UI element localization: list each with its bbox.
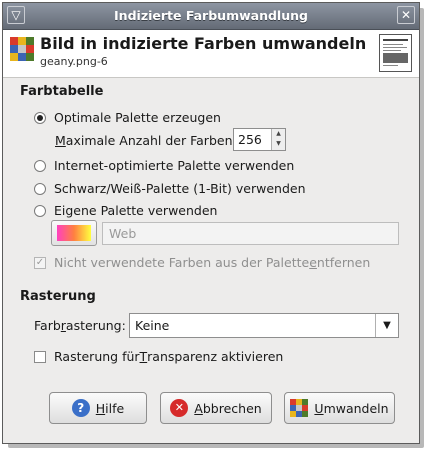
transparency-label-b: ransparenz aktivieren — [147, 349, 284, 364]
radio-web-label: Internet-optimierte Palette verwenden — [54, 158, 295, 173]
dithering-label-a: Farb — [34, 318, 61, 333]
transparency-label-a: Rasterung für — [54, 349, 140, 364]
cancel-mnemonic: A — [194, 400, 203, 416]
palette-select-button[interactable] — [51, 220, 97, 246]
help-button[interactable]: ? Hilfe — [49, 392, 147, 424]
help-label: Hilfe — [96, 401, 124, 416]
colormap-section-title: Farbtabelle — [20, 84, 104, 99]
max-colors-text: aximale Anzahl der Farben: — [65, 133, 237, 148]
cancel-button[interactable]: ✕ Abbrechen — [160, 392, 272, 424]
help-text: ilfe — [105, 400, 125, 416]
radio-button-mono[interactable] — [34, 182, 46, 195]
grid-cell — [18, 37, 26, 45]
remove-unused-checkmark-icon: ✓ — [34, 256, 46, 269]
palette-name-field: Web — [102, 222, 399, 245]
spin-down-icon[interactable]: ▼ — [272, 139, 285, 149]
convert-mnemonic: U — [314, 400, 324, 416]
radio-mono-palette[interactable]: Schwarz/Weiß-Palette (1-Bit) verwenden — [34, 181, 306, 196]
grid-cell — [10, 53, 18, 61]
dialog-window: ▽ Indizierte Farbumwandlung ✕ Bild in in… — [2, 2, 420, 444]
radio-custom-label: Eigene Palette verwenden — [54, 203, 218, 218]
transparency-dither-checkbox[interactable]: Rasterung für Transparenz aktivieren — [34, 349, 283, 364]
grid-cell — [26, 37, 34, 45]
grid-cell — [26, 45, 34, 53]
grid-cell — [26, 53, 34, 61]
image-thumbnail — [379, 34, 412, 72]
help-mnemonic: H — [95, 400, 106, 416]
convert-button[interactable]: Umwandeln — [284, 392, 395, 424]
dithering-combobox[interactable]: Keine ▼ — [129, 313, 399, 338]
grid-cell — [302, 411, 309, 417]
radio-button-web[interactable] — [34, 159, 46, 172]
radio-mono-label: Schwarz/Weiß-Palette (1-Bit) verwenden — [54, 181, 306, 196]
chevron-down-icon[interactable]: ▼ — [375, 314, 398, 337]
convert-icon — [290, 399, 309, 417]
spin-up-icon[interactable]: ▲ — [272, 129, 285, 139]
max-colors-mnemonic: M — [55, 133, 66, 148]
dithering-label: Farb r asterung: — [34, 318, 126, 333]
transparency-checkbox-box[interactable] — [34, 350, 46, 363]
cancel-icon: ✕ — [170, 399, 189, 417]
radio-custom-palette[interactable]: Eigene Palette verwenden — [34, 203, 217, 218]
convert-text: mwandeln — [323, 400, 389, 416]
title-bar[interactable]: ▽ Indizierte Farbumwandlung ✕ — [3, 3, 419, 30]
spin-arrows[interactable]: ▲ ▼ — [271, 129, 285, 150]
grid-cell — [18, 53, 26, 61]
indexed-color-icon — [10, 37, 34, 61]
remove-unused-label-a: Nicht verwendete Farben aus der Palette — [54, 255, 310, 270]
palette-gradient-icon — [57, 225, 91, 241]
help-icon: ? — [71, 399, 90, 417]
dithering-label-b: asterung: — [65, 318, 126, 333]
radio-button-optimal[interactable] — [34, 111, 46, 124]
remove-unused-mnemonic: e — [309, 255, 317, 270]
grid-cell — [18, 45, 26, 53]
transparency-mnemonic: T — [139, 349, 148, 364]
cancel-text: bbrechen — [202, 400, 262, 416]
dithering-section-title: Rasterung — [20, 289, 96, 304]
dithering-selected-value[interactable]: Keine — [135, 318, 169, 333]
grid-cell — [10, 37, 18, 45]
radio-button-custom[interactable] — [34, 204, 46, 217]
remove-unused-label-b: ntfernen — [316, 255, 371, 270]
max-colors-label: Maximale Anzahl der Farben: — [55, 133, 237, 148]
window-title: Indizierte Farbumwandlung — [114, 8, 308, 23]
header-subtitle: geany.png-6 — [40, 55, 108, 68]
radio-web-palette[interactable]: Internet-optimierte Palette verwenden — [34, 158, 294, 173]
max-colors-spinbutton[interactable]: 256 ▲ ▼ — [233, 128, 286, 151]
grid-cell — [10, 45, 18, 53]
radio-optimal-label: Optimale Palette erzeugen — [54, 110, 221, 125]
max-colors-value[interactable]: 256 — [238, 132, 262, 147]
dialog-header: Bild in indizierte Farben umwandeln gean… — [3, 30, 419, 78]
convert-label: Umwandeln — [314, 401, 388, 416]
remove-unused-checkbox: ✓ Nicht verwendete Farben aus der Palett… — [34, 255, 370, 270]
radio-optimal-palette[interactable]: Optimale Palette erzeugen — [34, 110, 221, 125]
cancel-label: Abbrechen — [194, 401, 261, 416]
header-title: Bild in indizierte Farben umwandeln — [40, 34, 367, 53]
window-menu-icon[interactable]: ▽ — [7, 6, 25, 24]
close-icon[interactable]: ✕ — [397, 6, 415, 24]
